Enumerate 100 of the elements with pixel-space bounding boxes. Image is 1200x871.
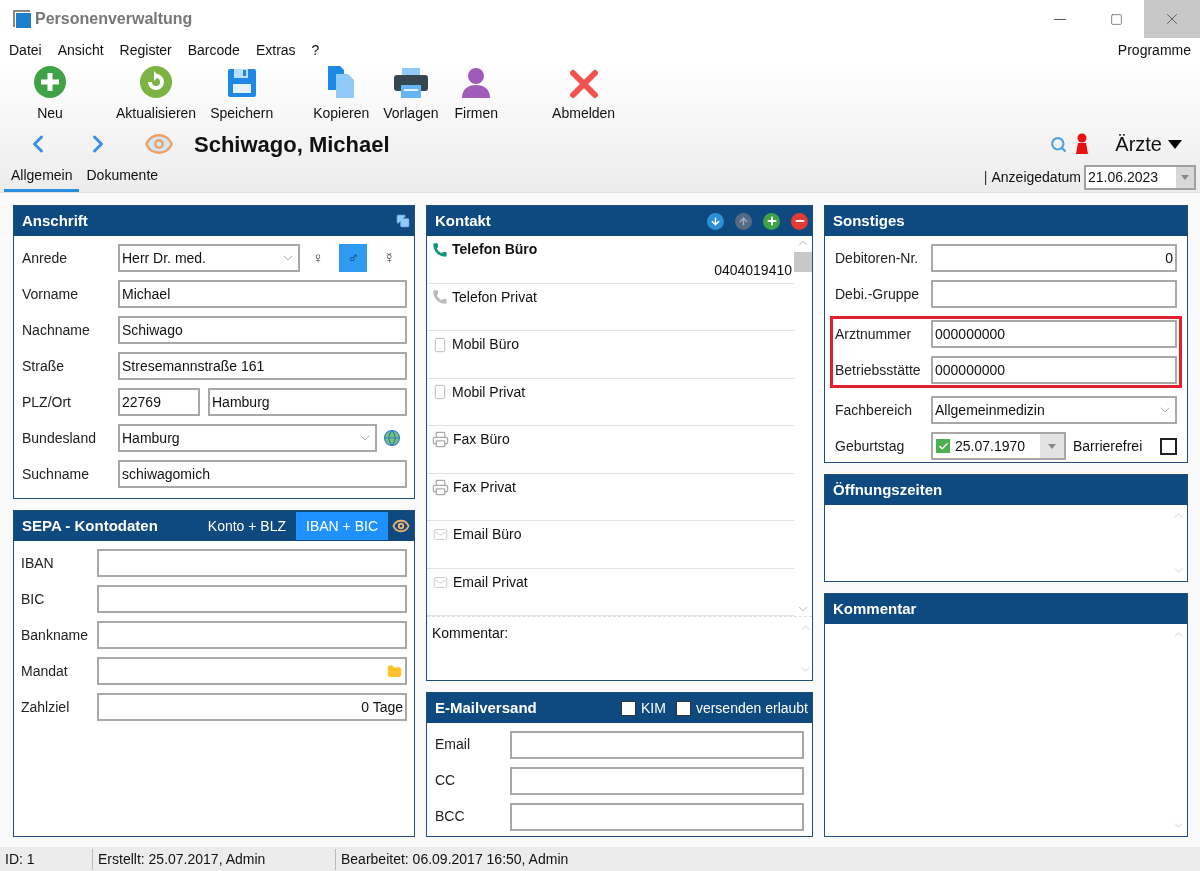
field-label: Debitoren-Nr. — [835, 248, 920, 268]
input-field[interactable]: Stresemannstraße 161 — [118, 352, 407, 380]
menu-item[interactable]: Datei — [9, 39, 42, 61]
field-label: Geburtstag — [835, 436, 906, 456]
field-label: Suchname — [22, 464, 90, 484]
mobile-phone-icon — [432, 383, 448, 401]
field-label: Fachbereich — [835, 400, 914, 420]
toolbar-button[interactable]: Aktualisieren — [110, 64, 203, 124]
person-icon — [460, 67, 493, 99]
plus-icon — [765, 215, 778, 227]
toolbar-button[interactable]: Neu — [20, 64, 80, 124]
field-label: Barrierefrei — [1073, 436, 1144, 456]
field-label: Mandat — [21, 661, 69, 681]
person-name: Schiwago, Michael — [194, 130, 391, 159]
folder-icon[interactable] — [386, 663, 403, 679]
checkbox[interactable] — [1160, 437, 1177, 455]
checkbox[interactable] — [675, 700, 691, 716]
contact-label[interactable]: Fax Privat — [453, 476, 516, 498]
field-label: BIC — [21, 589, 46, 609]
eye-icon[interactable] — [392, 517, 410, 535]
contact-label[interactable]: Telefon Privat — [452, 286, 537, 308]
contact-label[interactable]: Mobil Privat — [452, 381, 526, 403]
input-field[interactable]: 000000000 — [931, 356, 1177, 384]
gender-toggle[interactable]: ♀ — [303, 244, 332, 272]
gender-toggle[interactable]: ♂ — [339, 244, 368, 272]
maximize-icon — [1109, 12, 1123, 26]
input-field[interactable] — [510, 730, 804, 759]
panel-title: Anschrift — [22, 210, 89, 231]
input-field[interactable]: Hamburg — [208, 388, 407, 416]
remove-button[interactable] — [791, 212, 808, 230]
toolbar-button[interactable]: Abmelden — [546, 64, 622, 124]
field-label: PLZ/Ort — [22, 392, 72, 412]
scrollbar-thumb[interactable] — [794, 252, 812, 272]
menu-item[interactable]: Programme — [1117, 39, 1191, 61]
caret-icon — [1168, 139, 1182, 149]
checkbox[interactable] — [936, 439, 950, 453]
input-field[interactable] — [97, 585, 407, 613]
input-field[interactable] — [97, 621, 407, 649]
move-down-button[interactable] — [707, 212, 724, 230]
input-field[interactable]: 000000000 — [931, 320, 1177, 348]
panel-title: Sonstiges — [833, 210, 906, 231]
caret-icon[interactable] — [1048, 443, 1056, 449]
app-icon — [12, 9, 32, 29]
field-label: Vorname — [22, 284, 80, 304]
move-up-button[interactable] — [735, 212, 752, 230]
field-label: Email — [435, 735, 471, 754]
input-field[interactable]: 0 Tage — [97, 693, 407, 721]
mode-tab[interactable]: Konto + BLZ — [197, 512, 297, 540]
menu-item[interactable]: ? — [311, 39, 320, 61]
contact-label[interactable]: Fax Büro — [453, 429, 510, 450]
date-dropdown[interactable]: 21.06.2023 — [1084, 164, 1196, 190]
envelope-icon — [432, 527, 449, 542]
phone-icon — [432, 241, 448, 258]
input-field[interactable]: 0 — [931, 244, 1177, 272]
field-label: IBAN — [21, 553, 55, 573]
input-field[interactable]: schiwagomich — [118, 460, 407, 488]
toolbar-button[interactable]: Firmen — [448, 64, 505, 124]
menu-item[interactable]: Register — [119, 39, 172, 61]
contact-label[interactable]: Email Privat — [453, 571, 528, 593]
input-field[interactable]: Michael — [118, 280, 407, 308]
input-field[interactable] — [510, 766, 804, 795]
envelope-icon — [432, 574, 449, 590]
menu-item[interactable]: Ansicht — [57, 39, 104, 61]
input-field[interactable]: 22769 — [118, 388, 200, 416]
gender-toggle[interactable]: ☿ — [375, 244, 404, 272]
separator-text: | — [983, 167, 988, 187]
arrow-up-icon — [738, 215, 749, 227]
date-label: Anzeigedatum — [991, 167, 1081, 187]
date-picker[interactable]: 25.07.1970 — [931, 432, 1066, 460]
status-text: Bearbeitet: 06.09.2017 16:50, Admin — [335, 848, 574, 870]
dropdown[interactable]: Hamburg — [118, 424, 377, 452]
search-icon[interactable] — [1050, 135, 1068, 153]
close-icon — [568, 69, 599, 99]
panel-title: SEPA - Kontodaten — [22, 515, 159, 536]
input-field[interactable]: Schiwago — [118, 316, 407, 344]
input-field[interactable] — [97, 549, 407, 577]
contact-label[interactable]: Mobil Büro — [452, 334, 519, 355]
field-label: Zahlziel — [21, 697, 71, 717]
globe-icon[interactable] — [383, 429, 401, 447]
copy-icon[interactable] — [396, 213, 410, 229]
input-field[interactable] — [931, 280, 1177, 308]
toolbar-button[interactable]: Speichern — [204, 64, 280, 124]
menu-item[interactable]: Barcode — [187, 39, 240, 61]
menu-item[interactable]: Extras — [255, 39, 296, 61]
toolbar-button[interactable]: Kopieren — [307, 64, 376, 124]
tab[interactable]: Dokumente — [79, 162, 166, 192]
dropdown[interactable]: Herr Dr. med. — [118, 244, 300, 272]
toolbar-button[interactable]: Vorlagen — [377, 64, 445, 124]
contact-label[interactable]: Email Büro — [453, 524, 522, 545]
checkbox-label: KIM — [641, 698, 666, 718]
dropdown[interactable]: Allgemeinmedizin — [931, 396, 1177, 424]
contact-label[interactable]: Telefon Büro — [452, 239, 538, 260]
add-button[interactable] — [763, 212, 780, 230]
caret-icon — [1181, 174, 1189, 180]
category-dropdown[interactable]: Ärzte — [1115, 129, 1182, 159]
input-field[interactable] — [97, 657, 407, 685]
comment-label: Kommentar: — [431, 624, 510, 643]
pawn-icon[interactable] — [1075, 133, 1090, 155]
input-field[interactable] — [510, 802, 804, 831]
checkbox[interactable] — [621, 700, 637, 716]
